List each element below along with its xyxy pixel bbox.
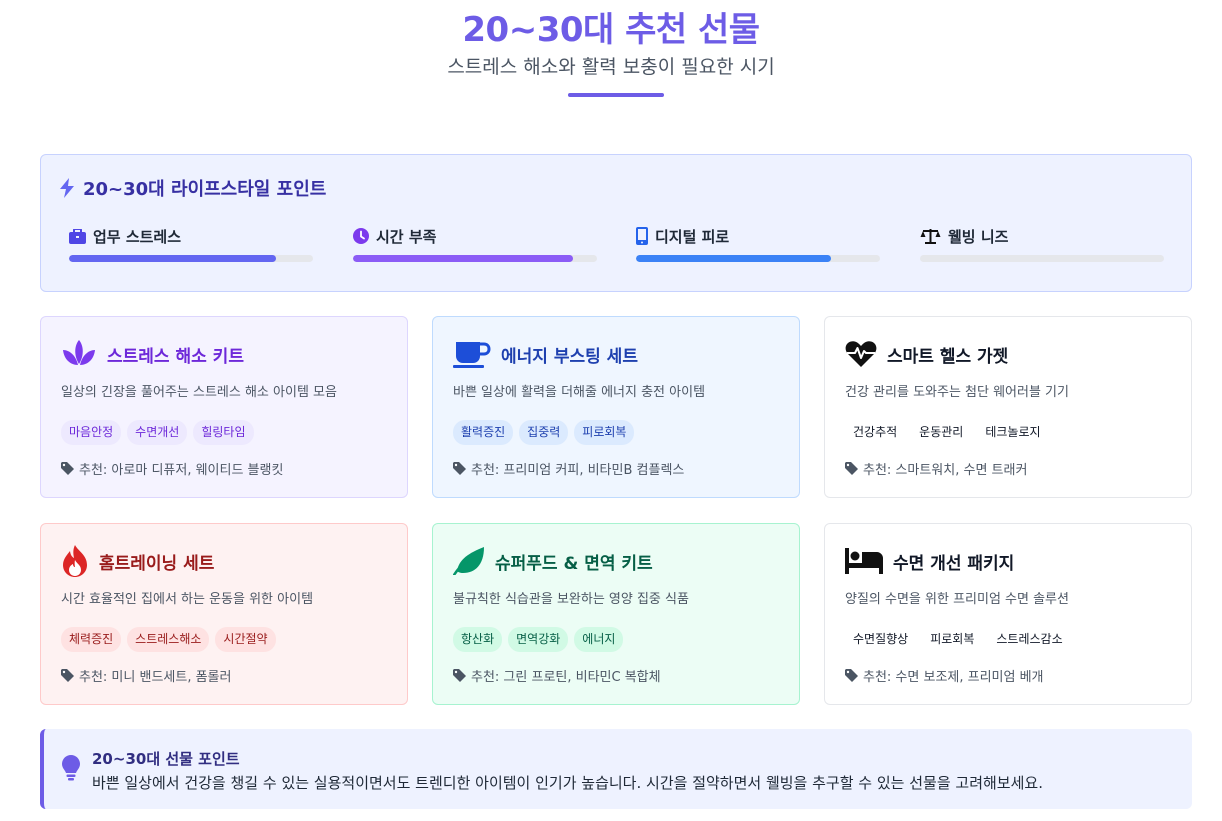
tag-icon bbox=[845, 669, 858, 682]
card-recommendation: 추천: 그린 프로틴, 비타민C 복합체 bbox=[471, 670, 661, 685]
tag: 스트레스해소 bbox=[127, 627, 210, 652]
card-description: 시간 효율적인 집에서 하는 운동을 위한 아이템 bbox=[61, 592, 314, 607]
card-title: 홈트레이닝 세트 bbox=[99, 553, 215, 574]
gift-card-superfood[interactable]: 슈퍼푸드 & 면역 키트 불규칙한 식습관을 보완하는 영양 집중 식품 항산화… bbox=[432, 523, 800, 705]
gift-card-smart-health[interactable]: 스마트 헬스 가젯 건강 관리를 도와주는 첨단 웨어러블 기기 건강추적 운동… bbox=[824, 316, 1192, 498]
bolt-icon bbox=[60, 178, 74, 198]
metric-label: 웰빙 니즈 bbox=[948, 227, 1009, 246]
lightbulb-icon bbox=[62, 755, 80, 781]
mobile-icon bbox=[636, 227, 648, 245]
card-description: 일상의 긴장을 풀어주는 스트레스 해소 아이템 모음 bbox=[61, 385, 337, 400]
card-title: 스트레스 해소 키트 bbox=[107, 346, 244, 367]
page-subtitle: 스트레스 해소와 활력 보충이 필요한 시기 bbox=[447, 56, 775, 78]
tag: 항산화 bbox=[453, 627, 503, 652]
clock-icon bbox=[353, 228, 369, 244]
card-title: 스마트 헬스 가젯 bbox=[887, 346, 1009, 367]
briefcase-icon bbox=[69, 228, 86, 244]
coffee-cup-icon bbox=[453, 342, 491, 368]
card-description: 바쁜 일상에 활력을 더해줄 에너지 충전 아이템 bbox=[453, 385, 706, 400]
metric-bar bbox=[69, 255, 313, 262]
lifestyle-title-label: 20~30대 라이프스타일 포인트 bbox=[83, 179, 327, 200]
tag: 활력증진 bbox=[453, 420, 514, 445]
gift-card-sleep[interactable]: 수면 개선 패키지 양질의 수면을 위한 프리미엄 수면 솔루션 수면질향상 피… bbox=[824, 523, 1192, 705]
metric-digital-fatigue: 디지털 피로 bbox=[636, 225, 880, 262]
tag: 피로회복 bbox=[922, 627, 983, 652]
tag-icon bbox=[453, 462, 466, 475]
tag-icon bbox=[453, 669, 466, 682]
tag: 집중력 bbox=[519, 420, 569, 445]
tag-icon bbox=[61, 669, 74, 682]
metric-wellbeing-needs: 웰빙 니즈 bbox=[920, 225, 1164, 262]
page-title: 20~30대 추천 선물 bbox=[462, 10, 760, 50]
bed-icon bbox=[845, 548, 883, 574]
tag: 수면질향상 bbox=[845, 627, 917, 652]
metric-label: 시간 부족 bbox=[376, 227, 437, 246]
tip-text: 바쁜 일상에서 건강을 챙길 수 있는 실용적이면서도 트렌디한 아이템이 인기… bbox=[92, 774, 1043, 792]
tag: 피로회복 bbox=[574, 420, 635, 445]
metric-bar bbox=[353, 255, 597, 262]
tag: 에너지 bbox=[574, 627, 624, 652]
card-title: 수면 개선 패키지 bbox=[893, 553, 1015, 574]
card-recommendation: 추천: 아로마 디퓨저, 웨이티드 블랭킷 bbox=[79, 463, 284, 478]
tag: 면역강화 bbox=[508, 627, 569, 652]
tag-icon bbox=[845, 462, 858, 475]
title-underline bbox=[568, 93, 664, 97]
gift-tip-callout: 20~30대 선물 포인트 바쁜 일상에서 건강을 챙길 수 있는 실용적이면서… bbox=[40, 729, 1192, 809]
card-tags: 체력증진 스트레스해소 시간절약 bbox=[61, 627, 282, 652]
tip-title: 20~30대 선물 포인트 bbox=[92, 750, 240, 768]
card-recommendation: 추천: 미니 밴드세트, 폼롤러 bbox=[79, 670, 232, 685]
card-tags: 활력증진 집중력 피로회복 bbox=[453, 420, 640, 445]
tag: 시간절약 bbox=[215, 627, 276, 652]
card-tags: 마음안정 수면개선 힐링타임 bbox=[61, 420, 260, 445]
card-description: 양질의 수면을 위한 프리미엄 수면 솔루션 bbox=[845, 592, 1069, 607]
lifestyle-panel: 20~30대 라이프스타일 포인트 업무 스트레스 시간 부족 디지털 피로 웰… bbox=[40, 154, 1192, 292]
card-recommendation: 추천: 프리미엄 커피, 비타민B 컴플렉스 bbox=[471, 463, 685, 478]
tag-icon bbox=[61, 462, 74, 475]
leaf-icon bbox=[453, 547, 484, 575]
tag: 체력증진 bbox=[61, 627, 122, 652]
card-tags: 항산화 면역강화 에너지 bbox=[453, 627, 629, 652]
heartbeat-icon bbox=[845, 341, 877, 367]
metric-bar bbox=[636, 255, 880, 262]
gift-card-stress-relief[interactable]: 스트레스 해소 키트 일상의 긴장을 풀어주는 스트레스 해소 아이템 모음 마… bbox=[40, 316, 408, 498]
card-tags: 건강추적 운동관리 테크놀로지 bbox=[845, 420, 1055, 445]
gift-card-home-training[interactable]: 홈트레이닝 세트 시간 효율적인 집에서 하는 운동을 위한 아이템 체력증진 … bbox=[40, 523, 408, 705]
metric-label: 업무 스트레스 bbox=[93, 227, 182, 246]
lifestyle-title: 20~30대 라이프스타일 포인트 bbox=[59, 175, 326, 201]
scale-icon bbox=[920, 229, 941, 244]
card-tags: 수면질향상 피로회복 스트레스감소 bbox=[845, 627, 1077, 652]
metric-label: 디지털 피로 bbox=[655, 227, 730, 246]
tag: 운동관리 bbox=[911, 420, 972, 445]
fire-icon bbox=[63, 545, 87, 577]
card-description: 불규칙한 식습관을 보완하는 영양 집중 식품 bbox=[453, 592, 689, 607]
tag: 힐링타임 bbox=[193, 420, 254, 445]
card-recommendation: 추천: 수면 보조제, 프리미엄 베개 bbox=[863, 670, 1044, 685]
tag: 스트레스감소 bbox=[988, 627, 1071, 652]
metric-work-stress: 업무 스트레스 bbox=[69, 225, 313, 262]
lotus-icon bbox=[63, 340, 95, 365]
card-title: 슈퍼푸드 & 면역 키트 bbox=[495, 553, 653, 574]
gift-card-energy-boost[interactable]: 에너지 부스팅 세트 바쁜 일상에 활력을 더해줄 에너지 충전 아이템 활력증… bbox=[432, 316, 800, 498]
tag: 마음안정 bbox=[61, 420, 122, 445]
tag: 건강추적 bbox=[845, 420, 906, 445]
tag: 테크놀로지 bbox=[977, 420, 1049, 445]
metric-time-shortage: 시간 부족 bbox=[353, 225, 597, 262]
card-title: 에너지 부스팅 세트 bbox=[501, 346, 638, 367]
card-recommendation: 추천: 스마트워치, 수면 트래커 bbox=[863, 463, 1028, 478]
tag: 수면개선 bbox=[127, 420, 188, 445]
card-description: 건강 관리를 도와주는 첨단 웨어러블 기기 bbox=[845, 385, 1069, 400]
metric-bar bbox=[920, 255, 1164, 262]
